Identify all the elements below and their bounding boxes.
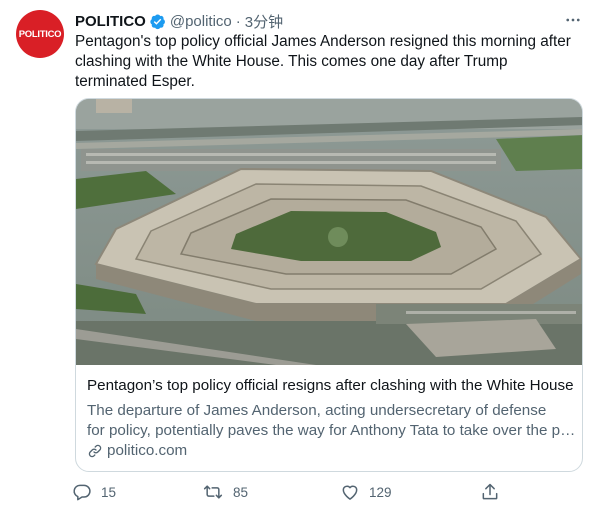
retweet-icon	[203, 485, 223, 499]
retweet-count: 85	[233, 484, 249, 500]
tweet-header: POLITICO @politico · 3分钟	[75, 11, 283, 31]
retweet-button[interactable]: 85	[202, 480, 248, 504]
author-name[interactable]: POLITICO	[75, 13, 146, 30]
link-icon	[88, 444, 102, 457]
separator: ·	[235, 12, 241, 30]
card-description: The departure of James Anderson, acting …	[87, 401, 577, 441]
card-domain-text: politico.com	[107, 442, 188, 459]
like-count: 129	[369, 484, 392, 500]
card-domain: politico.com	[87, 442, 187, 459]
like-button[interactable]: 129	[340, 480, 392, 504]
tweet-text: Pentagon's top policy official James And…	[75, 33, 571, 90]
more-icon[interactable]	[562, 9, 584, 31]
avatar-logo-text: POLITICO	[18, 28, 62, 40]
action-bar: 15 85 129	[72, 480, 512, 504]
card-description-line-1: The departure of James Anderson, acting …	[87, 402, 547, 419]
avatar[interactable]: POLITICO	[16, 10, 64, 58]
share-icon	[482, 483, 498, 500]
card-description-line-2: for policy, potentially paves the way fo…	[87, 422, 577, 439]
card-image[interactable]	[76, 99, 582, 365]
reply-button[interactable]: 15	[72, 480, 116, 504]
author-handle[interactable]: @politico	[170, 13, 232, 30]
reply-icon	[73, 484, 91, 501]
reply-count: 15	[101, 484, 117, 500]
verified-badge-icon	[149, 13, 166, 30]
share-button[interactable]	[480, 480, 509, 504]
card-title[interactable]: Pentagon’s top policy official resigns a…	[87, 377, 575, 394]
link-card[interactable]: Pentagon’s top policy official resigns a…	[75, 98, 583, 472]
timestamp[interactable]: 3分钟	[245, 11, 283, 32]
like-icon	[342, 485, 358, 500]
tweet[interactable]: POLITICO POLITICO @politico · 3分钟 Pentag…	[0, 0, 596, 516]
